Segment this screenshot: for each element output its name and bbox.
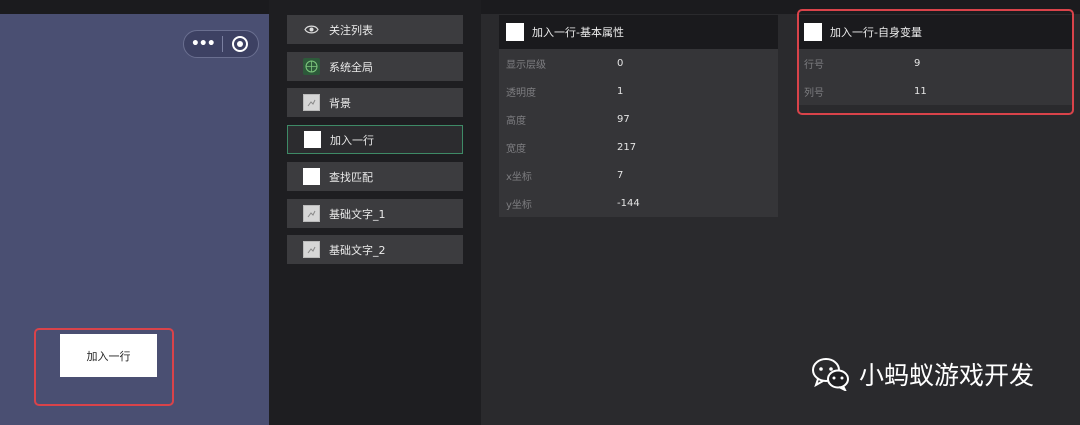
list-item-label: 关注列表	[329, 23, 373, 37]
list-item-label: 查找匹配	[329, 170, 373, 184]
list-item-find-match[interactable]: 查找匹配	[287, 162, 463, 191]
list-item-label: 加入一行	[330, 133, 374, 147]
highlight-box-button	[34, 328, 174, 406]
list-item-background[interactable]: 背景	[287, 88, 463, 117]
property-row[interactable]: 显示层级 0	[499, 49, 778, 77]
list-item-add-row[interactable]: 加入一行	[287, 125, 463, 154]
property-key: y坐标	[506, 199, 532, 211]
basic-properties-panel: 加入一行-基本属性 显示层级 0 透明度 1 高度 97 宽度 217 x坐标 …	[499, 15, 778, 217]
property-row[interactable]: x坐标 7	[499, 161, 778, 189]
list-item-label: 基础文字_1	[329, 207, 386, 221]
wechat-watermark: 小蚂蚁游戏开发	[811, 356, 1034, 392]
property-key: 高度	[506, 115, 526, 127]
target-icon	[232, 36, 249, 52]
property-value[interactable]: -144	[617, 198, 640, 209]
eye-icon	[303, 21, 320, 38]
list-item-label: 系统全局	[329, 60, 373, 74]
property-row[interactable]: 高度 97	[499, 105, 778, 133]
wechat-icon	[812, 358, 849, 391]
property-value[interactable]: 7	[617, 170, 623, 181]
list-item-label: 基础文字_2	[329, 243, 386, 257]
white-square-icon	[506, 23, 524, 41]
list-item-follow-list[interactable]: 关注列表	[287, 15, 463, 44]
list-item-label: 背景	[329, 96, 351, 110]
property-row[interactable]: 宽度 217	[499, 133, 778, 161]
component-list: 关注列表 系统全局 背景 加入一行 查找匹配 基础文字_1 基础文字_2	[269, 0, 481, 425]
property-value[interactable]: 0	[617, 58, 623, 69]
highlight-box-variables	[797, 9, 1074, 115]
globe-icon	[303, 58, 320, 75]
property-key: 显示层级	[506, 59, 546, 71]
white-square-icon	[304, 131, 321, 148]
white-square-icon	[303, 168, 320, 185]
mini-program-capsule: •••	[183, 30, 259, 58]
property-value[interactable]: 217	[617, 142, 636, 153]
image-icon	[303, 241, 320, 258]
image-icon	[303, 94, 320, 111]
property-key: 宽度	[506, 143, 526, 155]
panel-header: 加入一行-基本属性	[499, 15, 778, 49]
image-icon	[303, 205, 320, 222]
panel-title: 加入一行-基本属性	[532, 26, 624, 39]
property-key: 透明度	[506, 87, 536, 99]
close-target-button[interactable]	[222, 36, 258, 52]
list-item-basic-text-1[interactable]: 基础文字_1	[287, 199, 463, 228]
property-row[interactable]: y坐标 -144	[499, 189, 778, 217]
property-value[interactable]: 97	[617, 114, 630, 125]
watermark-text: 小蚂蚁游戏开发	[859, 361, 1035, 390]
list-item-system-global[interactable]: 系统全局	[287, 52, 463, 81]
property-row[interactable]: 透明度 1	[499, 77, 778, 105]
property-value[interactable]: 1	[617, 86, 623, 97]
list-item-basic-text-2[interactable]: 基础文字_2	[287, 235, 463, 264]
more-menu-button[interactable]: •••	[184, 36, 222, 52]
property-key: x坐标	[506, 171, 532, 183]
